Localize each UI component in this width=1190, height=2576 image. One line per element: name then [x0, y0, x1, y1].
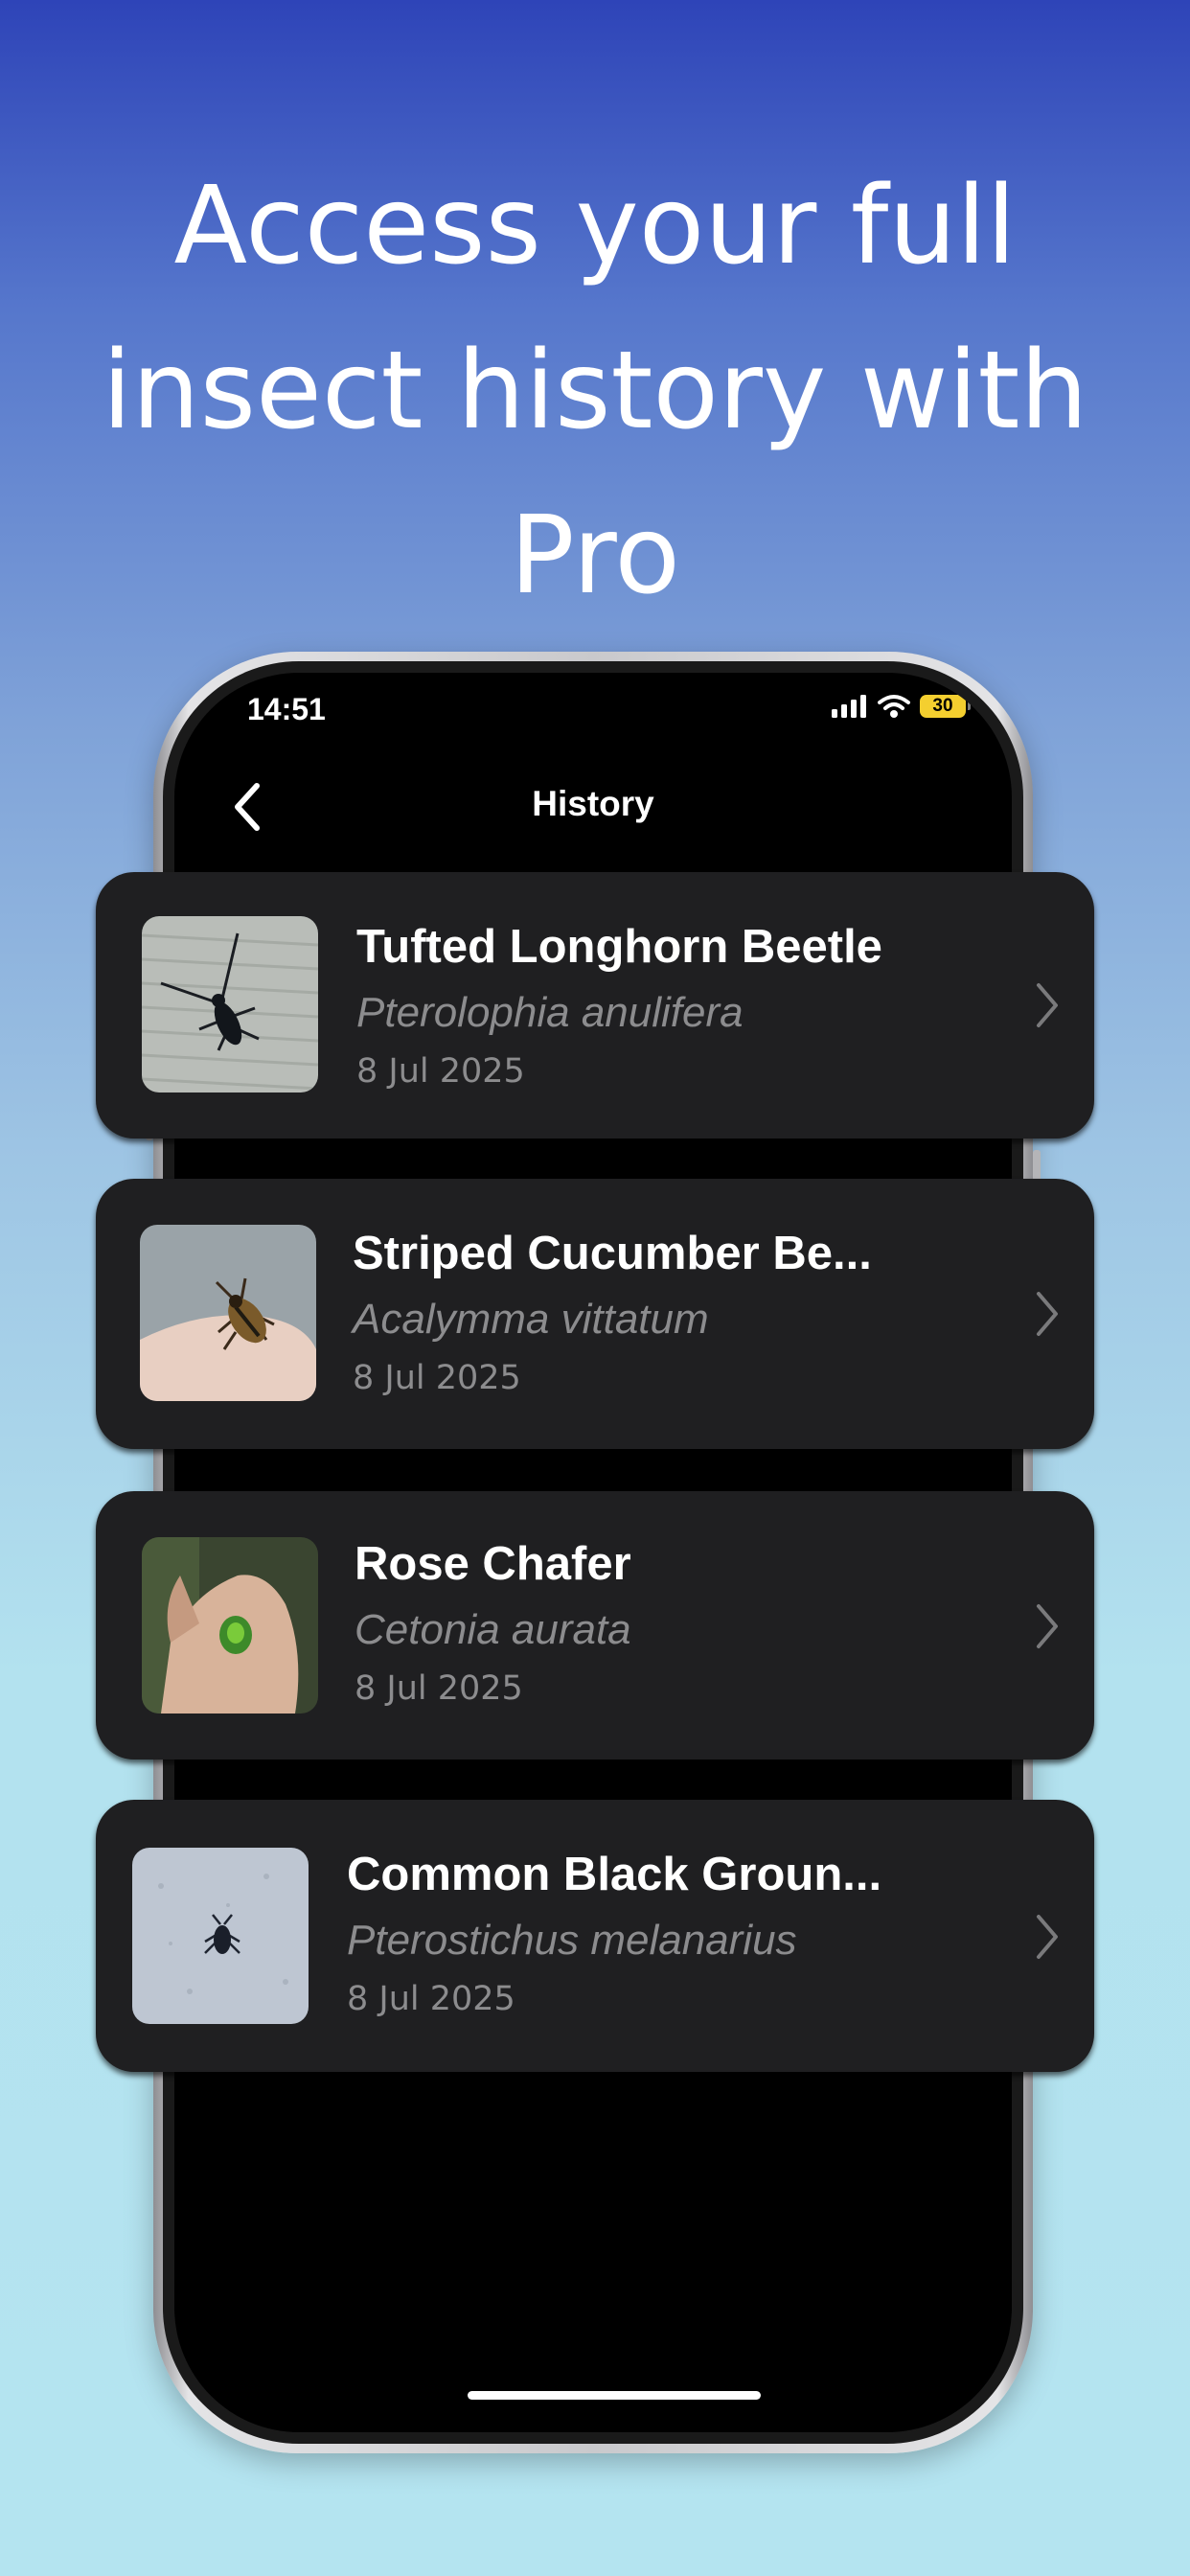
chevron-right-icon [1037, 1915, 1058, 1959]
status-time: 14:51 [247, 692, 326, 726]
identification-date: 8 Jul 2025 [355, 1669, 523, 1708]
insect-scientific-name: Pterostichus melanarius [347, 1917, 797, 1964]
insect-scientific-name: Acalymma vittatum [353, 1296, 709, 1343]
identification-date: 8 Jul 2025 [353, 1359, 521, 1397]
longhorn-beetle-photo [142, 916, 318, 1092]
ground-beetle-photo [132, 1848, 309, 2024]
insect-common-name: Common Black Groun... [347, 1849, 882, 1900]
insect-scientific-name: Cetonia aurata [355, 1606, 631, 1653]
insect-scientific-name: Pterolophia anulifera [356, 989, 744, 1036]
history-item[interactable]: Tufted Longhorn Beetle Pterolophia anuli… [96, 872, 1094, 1138]
home-indicator[interactable] [468, 2391, 761, 2400]
history-item[interactable]: Striped Cucumber Be... Acalymma vittatum… [96, 1179, 1094, 1449]
insect-common-name: Striped Cucumber Be... [353, 1228, 872, 1279]
cucumber-beetle-photo [140, 1225, 316, 1401]
headline-line-1: Access your full [173, 164, 1017, 288]
battery-icon: 30 [920, 695, 971, 718]
nav-title: History [532, 784, 654, 823]
insect-common-name: Rose Chafer [355, 1538, 631, 1590]
insect-common-name: Tufted Longhorn Beetle [356, 921, 882, 973]
headline: Access your full insect history with Pro [0, 144, 1190, 638]
headline-line-2: insect history with [102, 329, 1088, 453]
history-item[interactable]: Rose Chafer Cetonia aurata 8 Jul 2025 [96, 1491, 1094, 1760]
status-icons: 30 [832, 694, 971, 719]
chevron-right-icon [1037, 983, 1058, 1027]
wifi-icon [878, 695, 910, 718]
identification-date: 8 Jul 2025 [356, 1052, 525, 1091]
headline-line-3: Pro [510, 494, 680, 618]
chevron-right-icon [1037, 1292, 1058, 1336]
identification-date: 8 Jul 2025 [347, 1980, 515, 2018]
history-item[interactable]: Common Black Groun... Pterostichus melan… [96, 1800, 1094, 2072]
rose-chafer-photo [142, 1537, 318, 1714]
chevron-right-icon [1037, 1604, 1058, 1648]
signal-icon [832, 695, 866, 718]
